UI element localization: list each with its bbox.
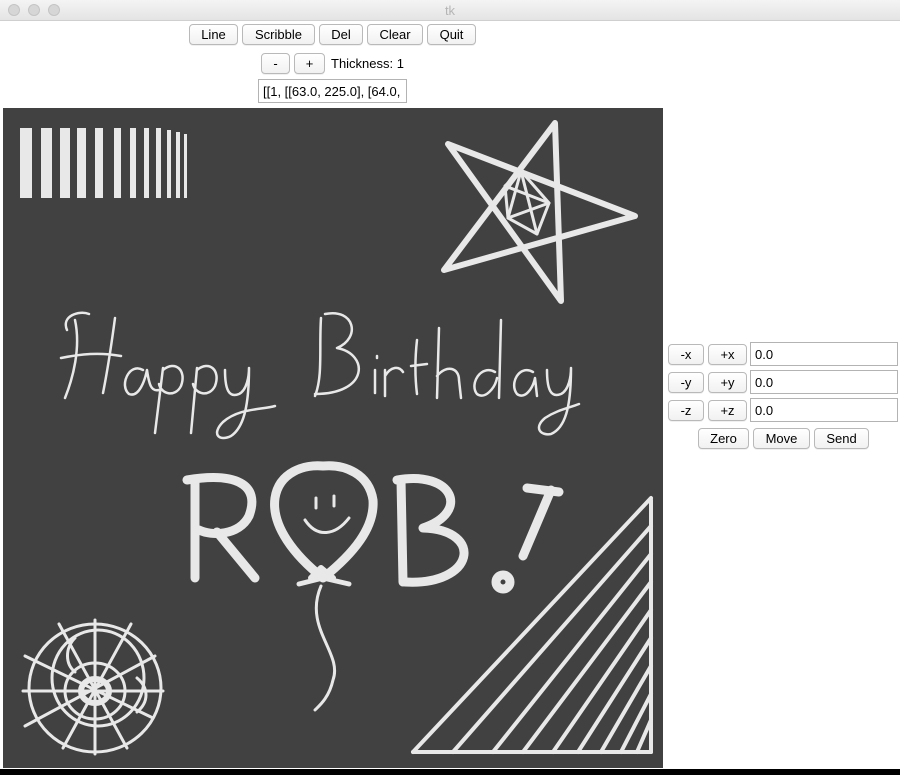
clear-button[interactable]: Clear: [367, 24, 423, 45]
stroke-data-field[interactable]: [258, 79, 407, 103]
star-drawing: [441, 120, 638, 304]
drawing-surface: [20, 120, 653, 756]
balloon-drawing: [270, 461, 378, 712]
jog-plus-z-button[interactable]: +z: [708, 400, 747, 421]
jog-minus-z-button[interactable]: -z: [668, 400, 704, 421]
z-value-field[interactable]: [750, 398, 898, 422]
jog-plus-x-button[interactable]: +x: [708, 344, 747, 365]
send-button[interactable]: Send: [814, 428, 869, 449]
bottom-border: [0, 769, 900, 775]
x-value-field[interactable]: [750, 342, 898, 366]
jog-minus-y-button[interactable]: -y: [668, 372, 704, 393]
jog-minus-x-button[interactable]: -x: [668, 344, 704, 365]
drawing-canvas[interactable]: [3, 108, 663, 768]
window-titlebar: tk: [0, 0, 900, 21]
thickness-increase-button[interactable]: +: [294, 53, 325, 74]
move-button[interactable]: Move: [753, 428, 810, 449]
tapered-bars-drawing: [20, 128, 187, 198]
line-button[interactable]: Line: [189, 24, 238, 45]
quit-button[interactable]: Quit: [427, 24, 476, 45]
zero-button[interactable]: Zero: [698, 428, 749, 449]
jog-plus-y-button[interactable]: +y: [708, 372, 747, 393]
thickness-label: Thickness: 1: [331, 56, 404, 71]
spiral-web-drawing: [21, 618, 165, 756]
window-title: tk: [444, 3, 456, 18]
y-value-field[interactable]: [750, 370, 898, 394]
delete-button[interactable]: Del: [319, 24, 363, 45]
scribble-button[interactable]: Scribble: [242, 24, 315, 45]
thickness-decrease-button[interactable]: -: [261, 53, 290, 74]
happy-birthday-handwriting: [59, 311, 581, 440]
